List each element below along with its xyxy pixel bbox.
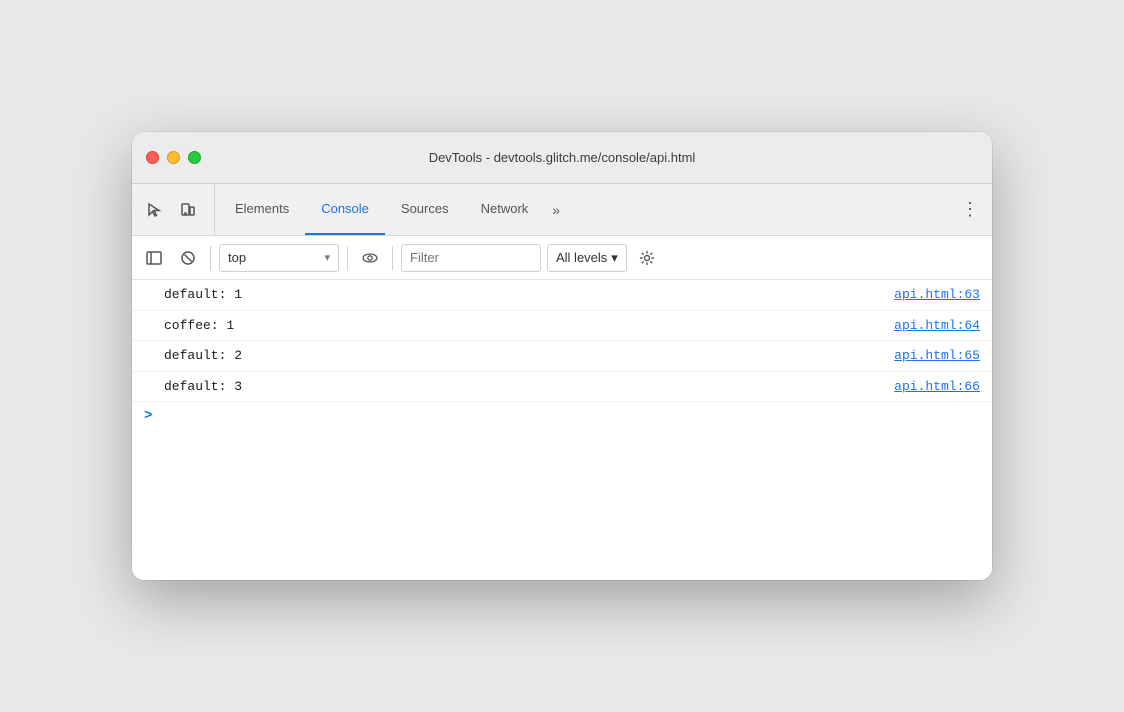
title-bar: DevTools - devtools.glitch.me/console/ap… [132,132,992,184]
tab-network[interactable]: Network [465,184,545,235]
filter-input[interactable] [401,244,541,272]
tab-sources[interactable]: Sources [385,184,465,235]
console-row: default: 2 api.html:65 [132,341,992,372]
sidebar-toggle-button[interactable] [140,244,168,272]
live-expressions-button[interactable] [356,244,384,272]
console-link[interactable]: api.html:66 [894,377,980,397]
devtools-tabs-bar: Elements Console Sources Network » ⋮ [132,184,992,236]
console-link[interactable]: api.html:65 [894,346,980,366]
minimize-button[interactable] [167,151,180,164]
console-prompt-symbol: > [144,408,152,424]
console-toolbar: top ▾ All levels ▾ [132,236,992,280]
device-mode-button[interactable] [174,196,202,224]
console-link[interactable]: api.html:63 [894,285,980,305]
console-row: coffee: 1 api.html:64 [132,311,992,342]
maximize-button[interactable] [188,151,201,164]
console-output: default: 1 api.html:63 coffee: 1 api.htm… [132,280,992,580]
window-title: DevTools - devtools.glitch.me/console/ap… [429,150,696,165]
console-row: default: 1 api.html:63 [132,280,992,311]
traffic-lights [146,151,201,164]
devtools-menu-button[interactable]: ⋮ [956,196,984,224]
toolbar-divider-2 [347,246,348,270]
log-levels-button[interactable]: All levels ▾ [547,244,627,272]
tab-elements[interactable]: Elements [219,184,305,235]
clear-console-button[interactable] [174,244,202,272]
close-button[interactable] [146,151,159,164]
select-element-button[interactable] [140,196,168,224]
console-message: default: 3 [164,377,242,397]
console-input[interactable] [158,409,980,424]
more-tabs-button[interactable]: » [544,184,568,235]
context-dropdown-arrow: ▾ [324,251,330,264]
tabs-list: Elements Console Sources Network » [219,184,956,235]
console-message: default: 2 [164,346,242,366]
console-message: default: 1 [164,285,242,305]
levels-dropdown-arrow: ▾ [611,250,618,266]
devtools-icon-group [140,184,215,235]
toolbar-divider [210,246,211,270]
toolbar-divider-3 [392,246,393,270]
console-message: coffee: 1 [164,316,234,336]
console-settings-button[interactable] [633,244,661,272]
console-input-row: > [132,402,992,430]
console-link[interactable]: api.html:64 [894,316,980,336]
tab-console[interactable]: Console [305,184,385,235]
devtools-window: DevTools - devtools.glitch.me/console/ap… [132,132,992,580]
context-selector[interactable]: top ▾ [219,244,339,272]
console-row: default: 3 api.html:66 [132,372,992,403]
